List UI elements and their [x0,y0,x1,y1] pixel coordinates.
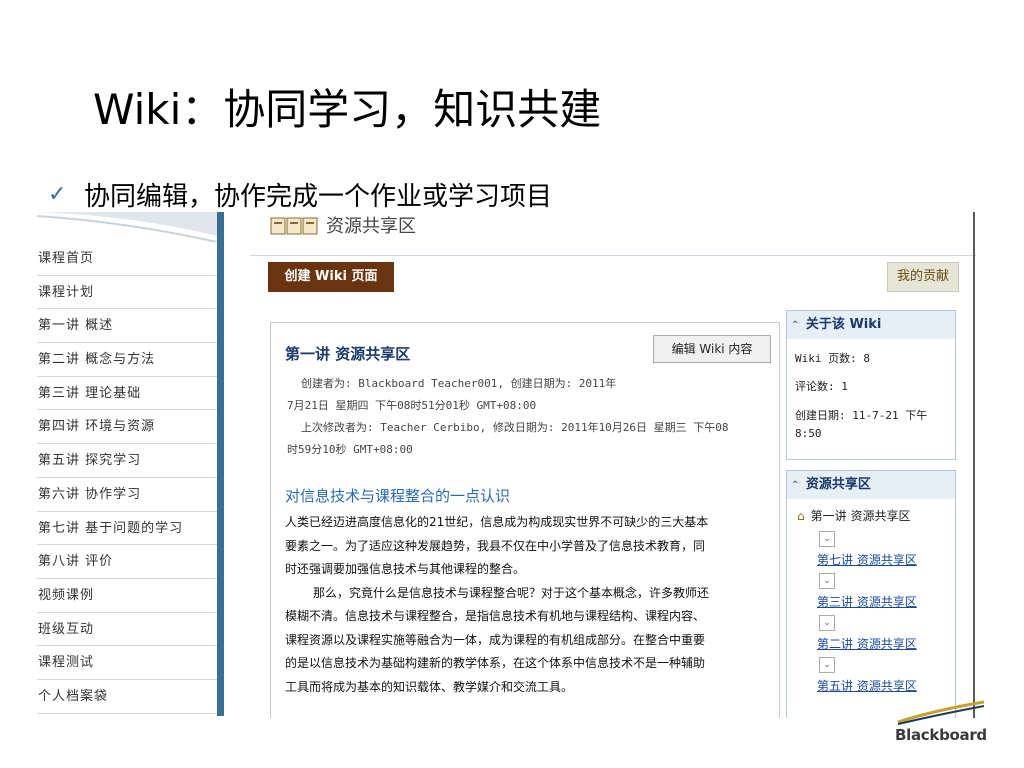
resource-link[interactable]: 第七讲 资源共享区 [817,551,955,569]
chevron-down-icon[interactable]: ⌄ [819,573,835,589]
collapse-icon[interactable]: ⌃ [791,320,799,331]
create-wiki-page-button[interactable]: 创建 Wiki 页面 [268,262,394,292]
menu-item-class[interactable]: 班级互动 [37,613,217,647]
bullet-item: ✓ 协同编辑，协作完成一个作业或学习项目 [48,176,552,213]
resources-panel: ⌃ 资源共享区 ⌂ 第一讲 资源共享区 ⌄ 第七讲 资源共享区 ⌄ 第三讲 资源共… [786,470,956,718]
wiki-main-panel: 资源共享区 创建 Wiki 页面 我的贡献 第一讲 资源共享区 编辑 Wiki … [250,212,976,718]
resources-list: ⌂ 第一讲 资源共享区 ⌄ 第七讲 资源共享区 ⌄ 第三讲 资源共享区 ⌄ 第二讲… [787,499,955,695]
wiki-created-date: 创建日期: 11-7-21 下午 [795,409,928,422]
resource-link[interactable]: 第三讲 资源共享区 [817,593,955,611]
blackboard-logo: Blackboard [895,726,987,744]
wiki-created-time: 8:50 [795,427,822,440]
chevron-down-icon[interactable]: ⌄ [819,615,835,631]
menu-item-portfolio[interactable]: 个人档案袋 [37,680,217,714]
collapse-icon[interactable]: ⌃ [791,480,799,491]
chevron-down-icon[interactable]: ⌄ [819,657,835,673]
about-wiki-heading: 关于该 Wiki [805,317,882,332]
article-line: 工具而将成为基本的知识载体、教学媒介和交流工具。 [285,679,574,694]
course-menu: 课程首页 课程计划 第一讲 概述 第二讲 概念与方法 第三讲 理论基础 第四讲 … [37,212,217,716]
menu-item-lecture-3[interactable]: 第三讲 理论基础 [37,377,217,411]
about-wiki-panel: ⌃ 关于该 Wiki Wiki 页数: 8 评论数: 1 创建日期: 11-7-… [786,310,956,460]
wiki-pages-icon [270,214,320,243]
page-metadata: 创建者为: Blackboard Teacher001, 创建日期为: 2011… [287,373,771,461]
menu-item-lecture-1[interactable]: 第一讲 概述 [37,309,217,344]
wiki-page-content: 第一讲 资源共享区 编辑 Wiki 内容 创建者为: Blackboard Te… [270,322,780,718]
meta-line: 上次修改者为: Teacher Cerbibo, 修改日期为: 2011年10月… [301,421,729,434]
about-wiki-header[interactable]: ⌃ 关于该 Wiki [787,311,955,339]
menu-item-home[interactable]: 课程首页 [37,242,217,276]
chevron-down-icon[interactable]: ⌄ [819,531,835,547]
bullet-text: 协同编辑，协作完成一个作业或学习项目 [84,182,553,212]
checkmark-icon: ✓ [48,182,67,207]
menu-item-video[interactable]: 视频课例 [37,579,217,613]
logo-swoosh-icon [897,700,985,725]
article-title: 对信息技术与课程整合的一点认识 [285,487,511,505]
resources-header[interactable]: ⌃ 资源共享区 [787,471,955,499]
menu-item-lecture-7[interactable]: 第七讲 基于问题的学习 [37,512,217,546]
meta-line: 7月21日 星期四 下午08时51分01秒 GMT+08:00 [287,399,537,412]
wiki-page-title: 第一讲 资源共享区 [285,345,411,363]
menu-item-lecture-5[interactable]: 第五讲 探究学习 [37,444,217,478]
article-line: 课程资源以及课程实施等融合为一体，成为课程的有机组成部分。在整合中重要 [285,632,706,647]
article-line: 那么，究竟什么是信息技术与课程整合呢？对于这个基本概念，许多教师还 [313,585,710,600]
menu-divider-bar [217,212,224,716]
resources-heading: 资源共享区 [805,477,871,492]
menu-item-plan[interactable]: 课程计划 [37,276,217,310]
wiki-page-count: Wiki 页数: 8 [795,352,870,365]
menu-item-lecture-2[interactable]: 第二讲 概念与方法 [37,343,217,377]
meta-line: 时59分10秒 GMT+08:00 [287,443,413,456]
article-line: 模糊不清。信息技术与课程整合，是指信息技术有机地与课程结构、课程内容、 [285,609,706,623]
panel-border [973,212,975,718]
page-header: 资源共享区 [250,212,976,256]
menu-item-lecture-8[interactable]: 第八讲 评价 [37,545,217,579]
resource-current: ⌂ 第一讲 资源共享区 [797,505,955,527]
article-body: 人类已经迈进高度信息化的21世纪，信息成为构成现实世界不可缺少的三大基本 要素之… [285,511,773,699]
resource-link[interactable]: 第二讲 资源共享区 [817,635,955,653]
article-line: 时还强调要加强信息技术与其他课程的整合。 [285,562,526,576]
article-line: 的是以信息技术为基础构建新的教学体系，在这个体系中信息技术不是一种辅助 [285,656,706,670]
meta-line: 创建者为: Blackboard Teacher001, 创建日期为: 2011… [301,377,617,390]
menu-header-curve [37,212,217,242]
home-icon: ⌂ [797,509,805,523]
page-title: 资源共享区 [326,216,416,237]
edit-wiki-content-button[interactable]: 编辑 Wiki 内容 [653,335,771,363]
resource-link[interactable]: 第五讲 资源共享区 [817,677,955,695]
my-contributions-button[interactable]: 我的贡献 [887,262,959,292]
about-wiki-info: Wiki 页数: 8 评论数: 1 创建日期: 11-7-21 下午 8:50 [787,339,955,449]
menu-item-lecture-4[interactable]: 第四讲 环境与资源 [37,410,217,445]
article-line: 人类已经迈进高度信息化的21世纪，信息成为构成现实世界不可缺少的三大基本 [285,515,709,529]
wiki-comment-count: 评论数: 1 [795,380,848,393]
article-line: 要素之一。为了适应这种发展趋势，我县不仅在中小学普及了信息技术教育，同 [285,538,706,553]
menu-item-test[interactable]: 课程测试 [37,646,217,680]
resource-current-label: 第一讲 资源共享区 [810,509,911,523]
menu-item-lecture-6[interactable]: 第六讲 协作学习 [37,478,217,512]
slide-title: Wiki：协同学习，知识共建 [93,85,602,134]
